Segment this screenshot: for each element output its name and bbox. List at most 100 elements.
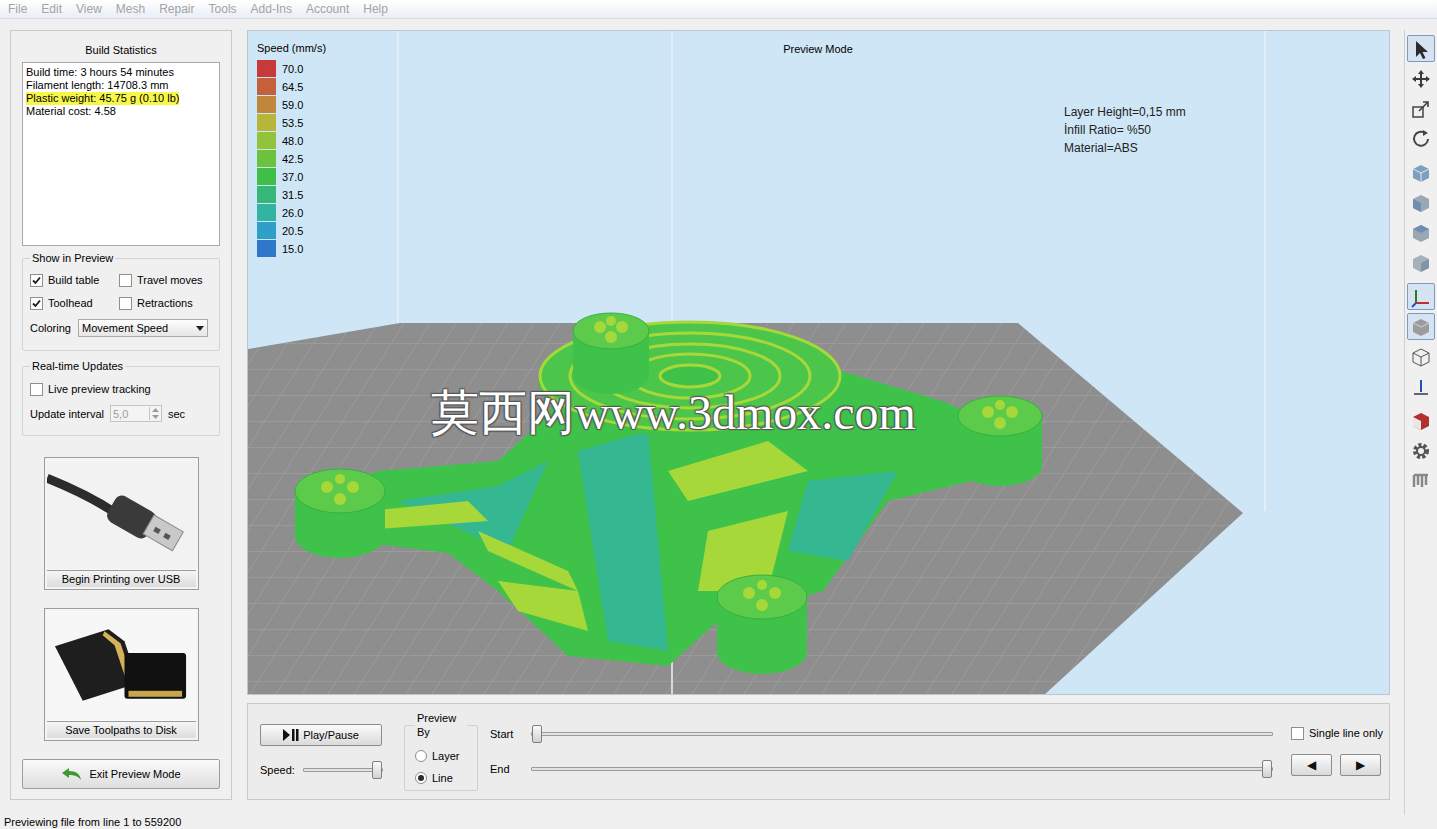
usb-button[interactable]: Begin Printing over USB: [44, 457, 199, 590]
solid-icon: [1410, 316, 1432, 338]
range-label: End: [490, 762, 531, 776]
status-text: Previewing file from line 1 to 559200: [4, 816, 181, 828]
toolbar-button[interactable]: [1407, 219, 1435, 246]
live-tracking-option[interactable]: Live preview tracking: [30, 382, 212, 396]
play-pause-button[interactable]: Play/Pause: [260, 724, 382, 746]
menu-item: Tools: [202, 1, 244, 18]
scene-canvas[interactable]: [248, 31, 1390, 695]
select-icon: [1410, 38, 1432, 60]
section-icon: [1410, 410, 1432, 432]
next-button[interactable]: ▶: [1340, 754, 1381, 776]
legend-value: 31.5: [282, 188, 303, 202]
checkbox[interactable]: [1291, 727, 1304, 740]
menu-bar: FileEditViewMeshRepairToolsAdd-InsAccoun…: [0, 0, 1437, 19]
legend-value: 64.5: [282, 80, 303, 94]
single-line-option[interactable]: Single line only: [1291, 726, 1383, 740]
sd-button[interactable]: Save Toolpaths to Disk: [44, 608, 199, 741]
option-label: Build table: [48, 273, 99, 287]
radio-button[interactable]: [415, 750, 427, 762]
radio-dot: [418, 775, 424, 781]
end-row: End: [490, 762, 1273, 776]
view-side-icon: [1410, 252, 1432, 274]
slider-thumb[interactable]: [372, 761, 382, 779]
previous-button[interactable]: ◀: [1291, 754, 1332, 776]
rotate-icon: [1410, 128, 1432, 150]
axes-icon: [1410, 286, 1432, 308]
settings-icon: [1410, 440, 1432, 462]
slider-thumb[interactable]: [532, 725, 542, 743]
option-label: Retractions: [137, 296, 193, 310]
checkbox[interactable]: [119, 274, 132, 287]
toolbar-button[interactable]: [1407, 249, 1435, 276]
legend-swatch: [257, 240, 276, 258]
legend-swatch: [257, 60, 276, 78]
checkbox[interactable]: [30, 274, 43, 287]
stats-row: Plastic weight: 45.75 g (0.10 lb): [26, 92, 216, 105]
toolbar-button[interactable]: [1407, 283, 1435, 310]
tools-icon: [1410, 470, 1432, 492]
speed-slider[interactable]: [303, 768, 383, 772]
left-panel: Build StatisticsBuild time: 3 hours 54 m…: [10, 30, 232, 800]
stats-line: Plastic weight: 45.75 g (0.10 lb): [26, 92, 179, 105]
preview-viewport[interactable]: Speed (mm/s)70.064.559.053.548.042.537.0…: [247, 30, 1390, 695]
nav-column: Single line only◀▶: [1291, 704, 1383, 799]
toolbar-button[interactable]: [1407, 373, 1435, 400]
start-slider[interactable]: [531, 732, 1273, 736]
center-column: Speed (mm/s)70.064.559.053.548.042.537.0…: [247, 30, 1390, 815]
playback-panel: Play/PauseSpeed:Preview ByLayerLineStart…: [247, 703, 1390, 800]
option-label: Line: [432, 771, 453, 785]
preview-by-option[interactable]: Line: [415, 771, 467, 785]
scale-icon: [1410, 98, 1432, 120]
usb-picture-icon: [47, 460, 196, 570]
toolbar-button[interactable]: [1407, 407, 1435, 434]
legend-swatch: [257, 168, 276, 186]
toolbar-button[interactable]: [1407, 189, 1435, 216]
stats-line: Filament length: 14708.3 mm: [26, 79, 168, 92]
interval-value: 5,0: [111, 407, 149, 421]
toolbar-button[interactable]: [1407, 313, 1435, 340]
preview-option[interactable]: Travel moves: [119, 273, 212, 287]
legend-value: 42.5: [282, 152, 303, 166]
toolbar-button[interactable]: [1407, 65, 1435, 92]
checkbox[interactable]: [30, 297, 43, 310]
dropdown-value: Movement Speed: [82, 321, 168, 335]
stats-line: Material cost: 4.58: [26, 105, 116, 118]
legend-value: 48.0: [282, 134, 303, 148]
toolbar-button[interactable]: [1407, 159, 1435, 186]
speed-label: Speed:: [260, 763, 295, 777]
toolbar-button[interactable]: [1407, 125, 1435, 152]
coloring-dropdown[interactable]: Movement Speed: [78, 319, 208, 337]
legend-swatch: [257, 114, 276, 132]
menu-item: Help: [356, 1, 395, 18]
checkbox[interactable]: [119, 297, 132, 310]
end-slider[interactable]: [531, 767, 1273, 771]
toolbar-button[interactable]: [1407, 343, 1435, 370]
legend-swatch: [257, 78, 276, 96]
normals-icon: [1410, 376, 1432, 398]
exit-preview-button[interactable]: Exit Preview Mode: [22, 759, 220, 789]
preview-option[interactable]: Retractions: [119, 296, 212, 310]
toolbar-button[interactable]: [1407, 35, 1435, 62]
toolbar-button[interactable]: [1407, 467, 1435, 494]
checkbox[interactable]: [30, 383, 43, 396]
legend-swatch: [257, 150, 276, 168]
option-label: Toolhead: [48, 296, 93, 310]
toolbar-button[interactable]: [1407, 95, 1435, 122]
preview-by-option[interactable]: Layer: [415, 749, 467, 763]
slider-thumb[interactable]: [1262, 760, 1272, 778]
stats-row: Filament length: 14708.3 mm: [26, 79, 216, 92]
play-column: Play/Pause Speed:: [260, 704, 384, 799]
interval-spinner: 5,0: [110, 405, 162, 422]
legend-swatch: [257, 132, 276, 150]
legend-value: 15.0: [282, 242, 303, 256]
spin-arrows-icon: [149, 407, 161, 420]
range-label: Start: [490, 727, 531, 741]
nav-buttons: ◀▶: [1291, 754, 1383, 776]
toolbar-button[interactable]: [1407, 437, 1435, 464]
preview-by-group: Preview ByLayerLine: [404, 711, 478, 791]
sd-picture-icon: [47, 611, 196, 721]
preview-option[interactable]: Toolhead: [30, 296, 119, 310]
preview-option[interactable]: Build table: [30, 273, 119, 287]
legend-swatch: [257, 204, 276, 222]
radio-button[interactable]: [415, 772, 427, 784]
